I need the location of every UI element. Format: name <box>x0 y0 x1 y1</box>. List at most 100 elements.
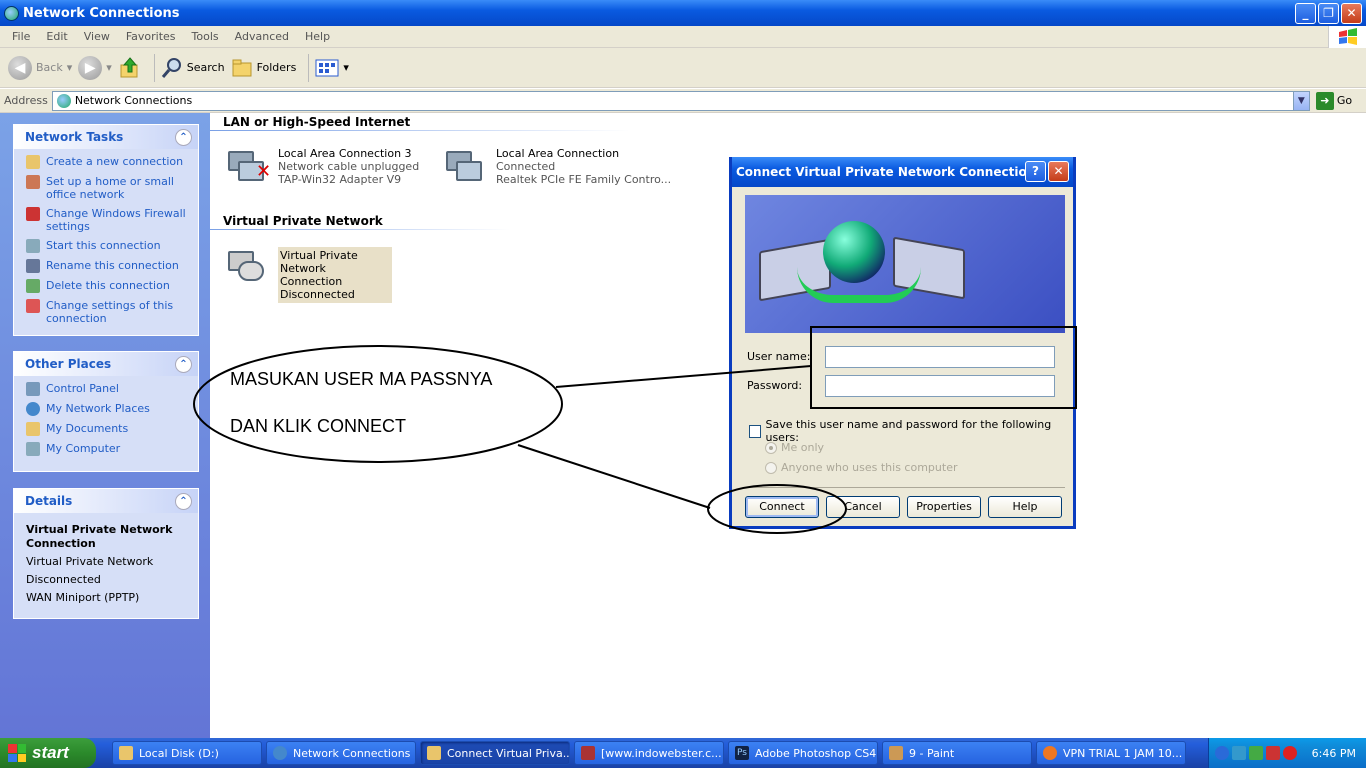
search-button[interactable]: Search <box>161 57 225 79</box>
dialog-separator <box>745 487 1065 488</box>
tray-network-icon[interactable] <box>1249 746 1263 760</box>
menu-view[interactable]: View <box>76 30 118 43</box>
task-delete-connection[interactable]: Delete this connection <box>26 279 190 293</box>
annotation-line2: DAN KLIK CONNECT <box>230 416 407 436</box>
folders-button[interactable]: Folders <box>231 58 296 78</box>
radio-anyone[interactable]: Anyone who uses this computer <box>765 461 957 474</box>
taskbar-item[interactable]: 9 - Paint <box>882 741 1032 765</box>
connection-item[interactable]: Local Area Connection Connected Realtek … <box>442 147 671 193</box>
menu-file[interactable]: File <box>4 30 38 43</box>
tray-antivirus-icon[interactable] <box>1283 746 1297 760</box>
collapse-chevron-icon[interactable]: ⌃ <box>175 128 192 146</box>
other-places-header[interactable]: Other Places ⌃ <box>14 352 198 376</box>
menu-help[interactable]: Help <box>297 30 338 43</box>
details-type: Virtual Private Network <box>26 555 154 568</box>
place-my-computer[interactable]: My Computer <box>26 442 190 456</box>
menu-favorites[interactable]: Favorites <box>118 30 184 43</box>
photoshop-icon: Ps <box>735 746 749 760</box>
maximize-button[interactable]: ❐ <box>1318 3 1339 24</box>
annotation-line1: MASUKAN USER MA PASSNYA <box>230 369 493 389</box>
network-icon <box>273 746 287 760</box>
views-button[interactable]: ▾ <box>315 58 349 78</box>
window-titlebar[interactable]: Network Connections _ ❐ ✕ <box>0 0 1366 26</box>
connection-status: Connected <box>496 160 556 173</box>
clock[interactable]: 6:46 PM <box>1312 747 1356 760</box>
menu-advanced[interactable]: Advanced <box>227 30 297 43</box>
forward-arrow-icon: ▶ <box>78 55 103 80</box>
help-button[interactable]: Help <box>988 496 1062 518</box>
start-button[interactable]: start <box>0 738 96 768</box>
connection-name: Local Area Connection <box>496 147 620 160</box>
back-button[interactable]: ◀ Back ▾ <box>8 55 72 80</box>
collapse-chevron-icon[interactable]: ⌃ <box>175 355 192 373</box>
go-arrow-icon: ➜ <box>1315 91 1334 110</box>
folder-icon <box>427 746 441 760</box>
network-tasks-header[interactable]: Network Tasks ⌃ <box>14 125 198 149</box>
task-pane: Network Tasks ⌃ Create a new connection … <box>0 113 210 738</box>
windows-flag-icon <box>8 744 26 762</box>
control-panel-icon <box>26 382 40 396</box>
dialog-close-button[interactable]: ✕ <box>1048 161 1069 182</box>
connect-button[interactable]: Connect <box>745 496 819 518</box>
place-control-panel[interactable]: Control Panel <box>26 382 190 396</box>
forward-button[interactable]: ▶ ▾ <box>78 55 112 80</box>
close-button[interactable]: ✕ <box>1341 3 1362 24</box>
lan-connected-icon <box>442 147 488 193</box>
start-connection-icon <box>26 239 40 253</box>
archive-icon <box>581 746 595 760</box>
network-connections-icon <box>4 5 19 21</box>
task-change-settings[interactable]: Change settings of this connection <box>26 299 190 325</box>
group-header-lan: LAN or High-Speed Internet <box>223 115 411 129</box>
go-button[interactable]: ➜ Go <box>1315 91 1352 110</box>
task-start-connection[interactable]: Start this connection <box>26 239 190 253</box>
network-places-icon <box>26 402 40 416</box>
radio-button[interactable] <box>765 441 777 454</box>
properties-button[interactable]: Properties <box>907 496 981 518</box>
connection-name: Virtual Private Network Connection <box>280 249 358 288</box>
place-my-network-places[interactable]: My Network Places <box>26 402 190 416</box>
taskbar-item[interactable]: [www.indowebster.c... <box>574 741 724 765</box>
menu-edit[interactable]: Edit <box>38 30 75 43</box>
menu-tools[interactable]: Tools <box>184 30 227 43</box>
dialog-help-icon[interactable]: ? <box>1025 161 1046 182</box>
up-folder-icon <box>120 56 138 77</box>
dialog-titlebar[interactable]: Connect Virtual Private Network Connecti… <box>732 157 1073 187</box>
dialog-title: Connect Virtual Private Network Connecti… <box>736 165 1036 179</box>
connection-device: TAP-Win32 Adapter V9 <box>278 173 402 186</box>
place-my-documents[interactable]: My Documents <box>26 422 190 436</box>
taskbar-item-active[interactable]: Connect Virtual Priva... <box>420 741 570 765</box>
system-tray: 6:46 PM <box>1208 738 1366 768</box>
toolbar-separator <box>153 53 155 82</box>
folders-icon <box>232 59 252 76</box>
radio-me-only[interactable]: Me only <box>765 441 824 454</box>
task-firewall[interactable]: Change Windows Firewall settings <box>26 207 190 233</box>
task-home-network[interactable]: Set up a home or small office network <box>26 175 190 201</box>
address-input[interactable]: Network Connections ▼ <box>51 90 1310 111</box>
menu-bar: File Edit View Favorites Tools Advanced … <box>0 26 1366 48</box>
task-create-connection[interactable]: Create a new connection <box>26 155 190 169</box>
taskbar-item[interactable]: VPN TRIAL 1 JAM 10... <box>1036 741 1186 765</box>
password-input[interactable] <box>825 375 1055 397</box>
minimize-button[interactable]: _ <box>1295 3 1316 24</box>
taskbar-item[interactable]: Ps Adobe Photoshop CS4 <box>728 741 878 765</box>
connection-item[interactable]: ✕ Local Area Connection 3 Network cable … <box>224 147 419 193</box>
collapse-chevron-icon[interactable]: ⌃ <box>175 492 192 510</box>
taskbar-item[interactable]: Network Connections <box>266 741 416 765</box>
details-name: Virtual Private Network Connection <box>26 523 173 550</box>
details-header[interactable]: Details ⌃ <box>14 489 198 513</box>
connection-item-selected[interactable]: Virtual Private Network Connection Disco… <box>224 247 392 303</box>
task-rename-connection[interactable]: Rename this connection <box>26 259 190 273</box>
taskbar-item[interactable]: Local Disk (D:) <box>112 741 262 765</box>
tray-download-icon[interactable] <box>1232 746 1246 760</box>
tray-shield-icon[interactable] <box>1266 746 1280 760</box>
username-input[interactable] <box>825 346 1055 368</box>
cancel-button[interactable]: Cancel <box>826 496 900 518</box>
windows-logo-icon <box>1328 26 1366 48</box>
tray-expand-icon[interactable] <box>1215 746 1229 760</box>
radio-button[interactable] <box>765 461 777 474</box>
firewall-icon <box>26 207 40 221</box>
up-folder-button[interactable] <box>118 56 142 80</box>
address-dropdown-button[interactable]: ▼ <box>1292 91 1309 110</box>
checkbox[interactable] <box>749 424 762 438</box>
documents-folder-icon <box>26 422 40 436</box>
